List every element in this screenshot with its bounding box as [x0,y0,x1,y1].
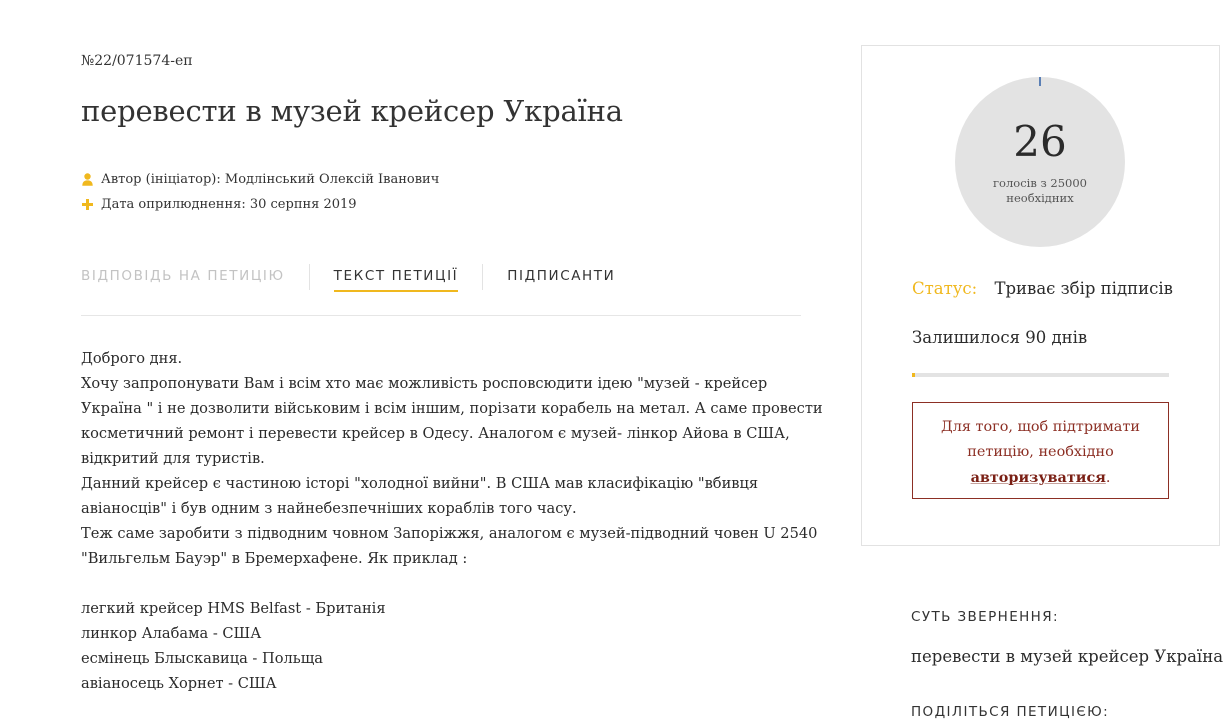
vote-progress-marker [1039,77,1041,86]
vote-caption: голосів з 25000 необхідних [993,176,1087,205]
body-line: Доброго дня. [81,350,183,367]
page-title: перевести в музей крейсер Україна [81,94,623,128]
share-heading: ПОДІЛІТЬСЯ ПЕТИЦІЄЮ: [911,704,1110,720]
plus-icon [81,199,93,210]
tab-response[interactable]: ВІДПОВІДЬ НА ПЕТИЦІЮ [81,266,285,290]
body-line: Данний крейсер є частиною історі "холодн… [81,475,759,492]
body-line: Україна " і не дозволити військовим і вс… [81,400,823,417]
auth-notice-text: Для того, щоб підтримати петицію, необхі… [941,419,1140,460]
login-link[interactable]: авторизуватися [971,469,1106,486]
body-line: Хочу запропонувати Вам і всім хто має мо… [81,375,768,392]
body-line: "Вильгельм Бауэр" в Бремерхафене. Як при… [81,550,468,567]
author-label: Автор (ініціатор): Модлінський Олексій І… [101,172,440,187]
body-line: авіаносців" і був одним з найнебезпечніш… [81,500,577,517]
petition-tabs: ВІДПОВІДЬ НА ПЕТИЦІЮ ТЕКСТ ПЕТИЦІЇ ПІДПИ… [81,264,801,316]
body-line: есмінець Блыскавица - Польща [81,650,324,667]
petition-body: Доброго дня. Хочу запропонувати Вам і вс… [81,346,823,696]
vote-counter: 26 голосів з 25000 необхідних [955,77,1125,247]
tab-divider [482,264,484,290]
vote-count: 26 [1013,117,1067,166]
date-meta: Дата оприлюднення: 30 серпня 2019 [81,197,357,212]
petition-status-card: 26 голосів з 25000 необхідних Статус: Тр… [861,45,1220,546]
essence-text: перевести в музей крейсер Україна [911,647,1224,666]
tab-signers[interactable]: ПІДПИСАНТИ [507,266,615,290]
auth-notice-period: . [1105,470,1111,486]
body-line: відкритий для туристів. [81,450,265,467]
petition-number: №22/071574-еп [81,53,193,69]
days-left: Залишилося 90 днів [912,328,1088,347]
body-line: косметичний ремонт і перевести крейсер в… [81,425,790,442]
tab-divider [308,264,310,290]
body-line: легкий крейсер HMS Belfast - Британія [81,600,386,617]
signature-progress-fill [912,373,916,377]
status-value: Триває збір підписів [994,279,1173,298]
body-line: линкор Алабама - США [81,625,262,642]
tab-petition-text[interactable]: ТЕКСТ ПЕТИЦІЇ [333,266,459,292]
user-icon [81,173,93,186]
essence-heading: СУТЬ ЗВЕРНЕННЯ: [911,609,1059,625]
status-row: Статус: Триває збір підписів [912,279,1173,298]
author-meta: Автор (ініціатор): Модлінський Олексій І… [81,172,439,187]
body-line: Теж саме заробити з підводним човном Зап… [81,525,818,542]
body-line: авіаносець Хорнет - США [81,675,277,692]
auth-notice: Для того, щоб підтримати петицію, необхі… [912,402,1169,499]
publication-date: Дата оприлюднення: 30 серпня 2019 [101,197,357,212]
signature-progress-bar [912,373,1169,377]
status-label: Статус: [912,279,978,298]
body-blank-line [81,571,801,596]
